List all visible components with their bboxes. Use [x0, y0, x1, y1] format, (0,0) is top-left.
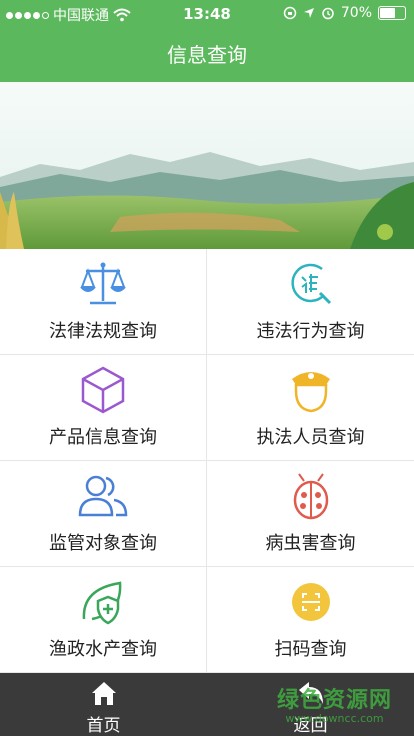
menu-item-products[interactable]: 产品信息查询: [0, 355, 207, 461]
banner-image: [0, 82, 414, 249]
menu-item-fishery[interactable]: 渔政水产查询: [0, 567, 207, 673]
menu-label: 扫码查询: [274, 639, 347, 660]
battery-percent: 70%: [340, 5, 372, 21]
watermark-url: www.downcc.com: [285, 712, 384, 725]
menu-item-supervised[interactable]: 监管对象查询: [0, 461, 207, 567]
page-title: 信息查询: [167, 43, 247, 67]
nav-header: 信息查询: [0, 28, 414, 82]
users-icon: [78, 475, 128, 517]
menu-label: 监管对象查询: [49, 533, 157, 554]
scan-icon: [291, 583, 330, 621]
home-icon: [91, 682, 116, 705]
menu-label: 产品信息查询: [49, 427, 157, 448]
watermark-text: 绿色资源网: [276, 688, 392, 713]
status-right: 70%: [283, 5, 406, 21]
menu-item-pests[interactable]: 病虫害查询: [207, 461, 414, 567]
menu-label: 违法行为查询: [256, 321, 365, 342]
alarm-icon: [322, 7, 334, 20]
officer-icon: [291, 372, 330, 413]
menu-label: 渔政水产查询: [49, 639, 157, 660]
watermark: 绿色资源网 www.downcc.com: [277, 682, 392, 725]
menu-label: 法律法规查询: [49, 321, 157, 342]
cube-icon: [81, 366, 125, 414]
ladybug-icon: [293, 473, 328, 520]
menu-item-scan[interactable]: 扫码查询: [207, 567, 414, 673]
menu-item-violations[interactable]: 违法行为查询: [207, 249, 414, 355]
location-icon: [303, 8, 314, 18]
status-bar: 中国联通 13:48 70%: [0, 0, 414, 28]
landscape-illustration: [0, 82, 414, 249]
battery-icon: [378, 6, 406, 20]
menu-item-officers[interactable]: 执法人员查询: [207, 355, 414, 461]
menu-item-laws[interactable]: 法律法规查询: [0, 249, 207, 355]
violation-search-icon: [290, 263, 331, 305]
menu-label: 执法人员查询: [256, 427, 365, 448]
leaf-shield-icon: [82, 581, 122, 625]
query-menu-grid: 法律法规查询 违法行为查询 产品信息查询 执法人员查询 监管对象查询 病虫害查询…: [0, 249, 414, 673]
scales-icon: [80, 262, 126, 305]
tab-home[interactable]: 首页: [0, 673, 207, 736]
rotation-lock-icon: [283, 6, 297, 20]
tab-home-label: 首页: [86, 716, 121, 736]
menu-label: 病虫害查询: [265, 533, 356, 554]
